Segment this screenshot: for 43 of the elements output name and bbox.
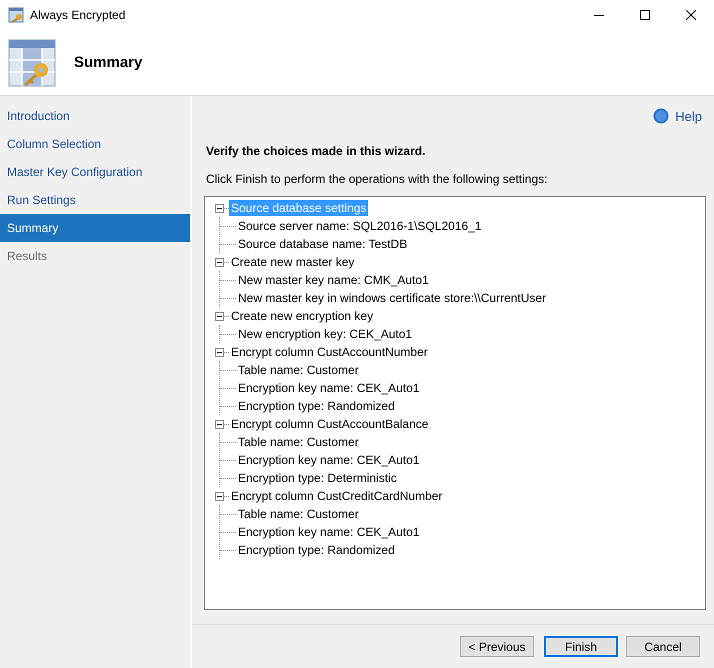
sidebar-item[interactable]: Master Key Configuration <box>0 158 190 186</box>
tree-node[interactable]: Encrypt column CustCreditCardNumber <box>229 488 444 504</box>
tree-item[interactable]: New encryption key: CEK_Auto1 <box>236 326 414 342</box>
tree-node[interactable]: Encrypt column CustAccountBalance <box>229 416 430 432</box>
wizard-button[interactable]: Finish <box>544 636 618 657</box>
collapse-icon[interactable] <box>215 204 224 212</box>
help-link[interactable]: Help <box>653 104 702 128</box>
collapse-icon[interactable] <box>215 348 224 356</box>
tree-node[interactable]: Create new master key <box>229 254 356 270</box>
wizard-button[interactable]: Cancel <box>626 636 700 657</box>
tree-item[interactable]: New master key name: CMK_Auto1 <box>236 272 431 288</box>
tree-item[interactable]: Encryption type: Deterministic <box>236 470 399 486</box>
heading: Verify the choices made in this wizard. <box>206 144 426 158</box>
minimize-icon <box>594 14 604 16</box>
maximize-icon <box>640 10 650 20</box>
tree-item[interactable]: Encryption key name: CEK_Auto1 <box>236 524 422 540</box>
sidebar-item[interactable]: Summary <box>0 214 190 242</box>
collapse-icon[interactable] <box>215 312 224 320</box>
sidebar-item[interactable]: Introduction <box>0 102 190 130</box>
tree-item[interactable]: Table name: Customer <box>236 362 361 378</box>
collapse-icon[interactable] <box>215 420 224 428</box>
tree-item[interactable]: Table name: Customer <box>236 506 361 522</box>
collapse-icon[interactable] <box>215 492 224 500</box>
tree-node[interactable]: Create new encryption key <box>229 308 376 324</box>
table-key-icon <box>8 38 56 86</box>
tree-item[interactable]: Encryption type: Randomized <box>236 542 397 558</box>
sidebar-item[interactable]: Run Settings <box>0 186 190 214</box>
tree-item[interactable]: Source database name: TestDB <box>236 236 410 252</box>
tree-node[interactable]: Encrypt column CustAccountNumber <box>229 344 430 360</box>
wizard-button[interactable]: < Previous <box>460 636 534 657</box>
instruction-text: Click Finish to perform the operations with the following settings: <box>206 172 548 186</box>
collapse-icon[interactable] <box>215 258 224 266</box>
table-key-icon <box>8 7 24 23</box>
tree-item[interactable]: Encryption key name: CEK_Auto1 <box>236 380 422 396</box>
tree-item[interactable]: Encryption key name: CEK_Auto1 <box>236 452 422 468</box>
window-title: Always Encrypted <box>30 8 126 22</box>
tree-item[interactable]: Encryption type: Randomized <box>236 398 397 414</box>
tree-item[interactable]: New master key in windows certificate store:\\CurrentUser <box>236 290 548 306</box>
page-title: Summary <box>74 54 142 71</box>
sidebar-item[interactable]: Column Selection <box>0 130 190 158</box>
tree-item[interactable]: Table name: Customer <box>236 434 361 450</box>
tree-item[interactable]: Source server name: SQL2016-1\SQL2016_1 <box>236 218 484 234</box>
close-icon <box>686 10 696 20</box>
